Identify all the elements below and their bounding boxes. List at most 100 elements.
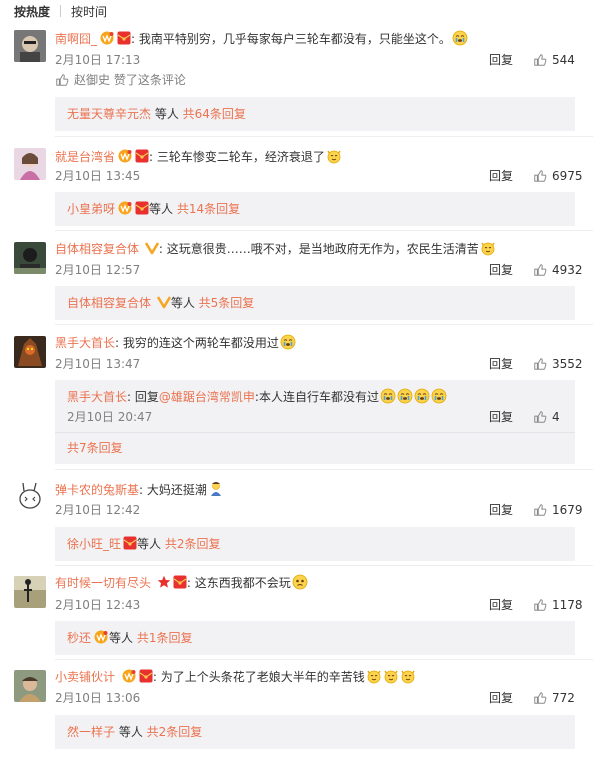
comment-item: 自体相容复合体 : 这玩意很贵……哦不对，是当地政府无作为，农民生活清苦 2月1… <box>0 234 593 324</box>
replies-summary-box: 小皇弟呀 等人 共14条回复 <box>55 192 575 226</box>
reply-button[interactable]: 回复 <box>489 262 513 278</box>
replies-others-text: 等人 <box>149 202 177 216</box>
avatar[interactable] <box>14 30 46 62</box>
replies-others-text: 等人 <box>151 107 183 121</box>
like-button[interactable]: 1679 <box>533 502 583 518</box>
sad-emoji-icon <box>292 574 308 590</box>
comment-item: 黑手大首长: 我穷的连这个两轮车都没用过 2月10日 13:47 回复 3552… <box>0 328 593 466</box>
cat-emoji-icon <box>383 668 399 684</box>
comment-line: 黑手大首长: 我穷的连这个两轮车都没用过 <box>55 334 296 351</box>
cat-emoji-icon <box>326 148 342 164</box>
thumb-up-icon <box>533 53 547 67</box>
replies-others-text: 等人 <box>137 537 165 551</box>
vip-badge-icon <box>121 669 137 683</box>
cat-emoji-icon <box>480 240 496 256</box>
comment-text: 这玩意很贵……哦不对，是当地政府无作为，农民生活清苦 <box>166 242 479 256</box>
avatar[interactable] <box>14 148 46 180</box>
replies-summary-box: 然一样子 等人 共2条回复 <box>55 715 575 749</box>
thumb-up-icon <box>533 357 547 371</box>
view-replies-link[interactable]: 共2条回复 <box>165 537 221 551</box>
view-replies-link[interactable]: 共64条回复 <box>183 107 246 121</box>
comment-text: 为了上个头条花了老娘大半年的辛苦钱 <box>160 670 365 684</box>
comment-text: 这东西我都不会玩 <box>194 576 291 590</box>
like-button[interactable]: 3552 <box>533 356 583 372</box>
view-replies-link[interactable]: 共14条回复 <box>177 202 240 216</box>
view-replies-link[interactable]: 共5条回复 <box>199 296 255 310</box>
avatar[interactable] <box>14 670 46 702</box>
divider <box>55 659 593 660</box>
comment-text: 三轮车惨变二轮车，经济衰退了 <box>156 150 325 164</box>
reply-button[interactable]: 回复 <box>489 690 513 706</box>
username-link[interactable]: 有时候一切有尽头 <box>55 576 151 590</box>
laughing-crying-emoji-icon <box>280 334 296 350</box>
comment-line: 南啊囧_: 我南平特别穷，几乎每家每户三轮车都没有，只能坐这个。 <box>55 30 468 47</box>
reply-date: 2月10日 20:47 <box>67 410 153 424</box>
avatar[interactable] <box>14 576 46 608</box>
replies-box: 黑手大首长: 回复@雄踞台湾常凯申:本人连自行车都没有过 2月10日 20:47… <box>55 380 575 464</box>
avatar[interactable] <box>14 242 46 274</box>
like-button[interactable]: 1178 <box>533 597 583 613</box>
view-replies-link[interactable]: 共7条回复 <box>67 440 123 456</box>
reply-button[interactable]: 回复 <box>489 52 513 68</box>
comment-line: 弹卡农的兔斯基: 大妈还挺潮 <box>55 481 224 498</box>
reply-button[interactable]: 回复 <box>489 356 513 372</box>
thumb-up-icon <box>533 410 547 424</box>
comment-item: 弹卡农的兔斯基: 大妈还挺潮 2月10日 12:42 回复 1679 徐小旺_旺… <box>0 473 593 563</box>
reply-user-link[interactable]: 徐小旺_旺 <box>67 537 121 551</box>
reply-user-link[interactable]: 小皇弟呀 <box>67 202 115 216</box>
like-button[interactable]: 4 <box>533 409 560 425</box>
reply-user-link[interactable]: 无量天尊辛元杰 <box>67 107 151 121</box>
comment-date: 2月10日 13:47 <box>55 357 141 371</box>
avatar[interactable] <box>14 336 46 368</box>
thumb-up-icon <box>533 691 547 705</box>
divider <box>55 230 593 231</box>
replies-others-text: 等人 <box>115 725 147 739</box>
divider <box>55 432 575 433</box>
username-link[interactable]: 黑手大首长 <box>55 336 115 350</box>
avatar[interactable] <box>14 481 46 513</box>
vip-badge-icon <box>117 149 133 163</box>
person-emoji-icon <box>208 481 224 497</box>
red-envelope-icon <box>117 31 131 45</box>
username-link[interactable]: 南啊囧_ <box>55 32 97 46</box>
username-link[interactable]: 弹卡农的兔斯基 <box>55 483 139 497</box>
thumb-up-icon <box>55 73 69 87</box>
like-count: 4 <box>552 410 560 424</box>
comment-line: 就是台湾省: 三轮车惨变二轮车，经济衰退了 <box>55 148 342 165</box>
like-count: 4932 <box>552 263 583 277</box>
tab-by-time[interactable]: 按时间 <box>71 3 107 20</box>
username-link[interactable]: 小卖铺伙计 <box>55 670 115 684</box>
vip-badge-icon <box>93 630 109 644</box>
view-replies-link[interactable]: 共2条回复 <box>147 725 203 739</box>
crying-emoji-icon <box>452 30 468 46</box>
reply-user-link[interactable]: 黑手大首长 <box>67 390 127 404</box>
mention-link[interactable]: @雄踞台湾常凯申 <box>159 390 255 404</box>
replies-summary-box: 无量天尊辛元杰 等人 共64条回复 <box>55 97 575 131</box>
red-star-icon <box>157 575 171 589</box>
view-replies-link[interactable]: 共1条回复 <box>137 631 193 645</box>
reply-user-link[interactable]: 自体相容复合体 <box>67 296 151 310</box>
like-button[interactable]: 772 <box>533 690 575 706</box>
reply-button[interactable]: 回复 <box>489 597 513 613</box>
tab-by-hotness[interactable]: 按热度 <box>14 3 50 20</box>
like-button[interactable]: 4932 <box>533 262 583 278</box>
replies-summary-box: 秒还 等人 共1条回复 <box>55 621 575 655</box>
red-envelope-icon <box>135 149 149 163</box>
replies-others-text: 等人 <box>170 296 199 310</box>
like-count: 1679 <box>552 503 583 517</box>
like-button[interactable]: 6975 <box>533 168 583 184</box>
divider <box>55 324 593 325</box>
username-link[interactable]: 就是台湾省 <box>55 150 115 164</box>
reply-user-link[interactable]: 秒还 <box>67 631 91 645</box>
reply-user-link[interactable]: 然一样子 <box>67 725 115 739</box>
like-button[interactable]: 544 <box>533 52 575 68</box>
laughing-crying-emoji-icon <box>397 388 413 404</box>
reply-button[interactable]: 回复 <box>489 168 513 184</box>
like-count: 3552 <box>552 357 583 371</box>
laughing-crying-emoji-icon <box>380 388 396 404</box>
reply-button[interactable]: 回复 <box>489 409 513 425</box>
username-link[interactable]: 自体相容复合体 <box>55 242 139 256</box>
replies-summary-box: 自体相容复合体 等人 共5条回复 <box>55 286 575 320</box>
comment-line: 自体相容复合体 : 这玩意很贵……哦不对，是当地政府无作为，农民生活清苦 <box>55 240 496 257</box>
reply-button[interactable]: 回复 <box>489 502 513 518</box>
